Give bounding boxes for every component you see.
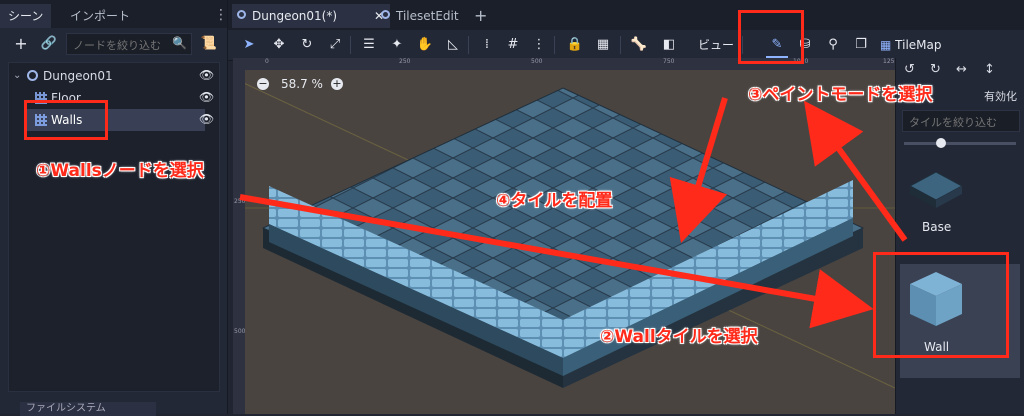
annotation-step3: ③ペイントモードを選択 (748, 85, 933, 105)
annotation-step1: ①Wallsノードを選択 (36, 161, 204, 181)
annotation-step2: ②Wallタイルを選択 (600, 327, 758, 347)
annotation-step4: ④タイルを配置 (496, 191, 613, 211)
